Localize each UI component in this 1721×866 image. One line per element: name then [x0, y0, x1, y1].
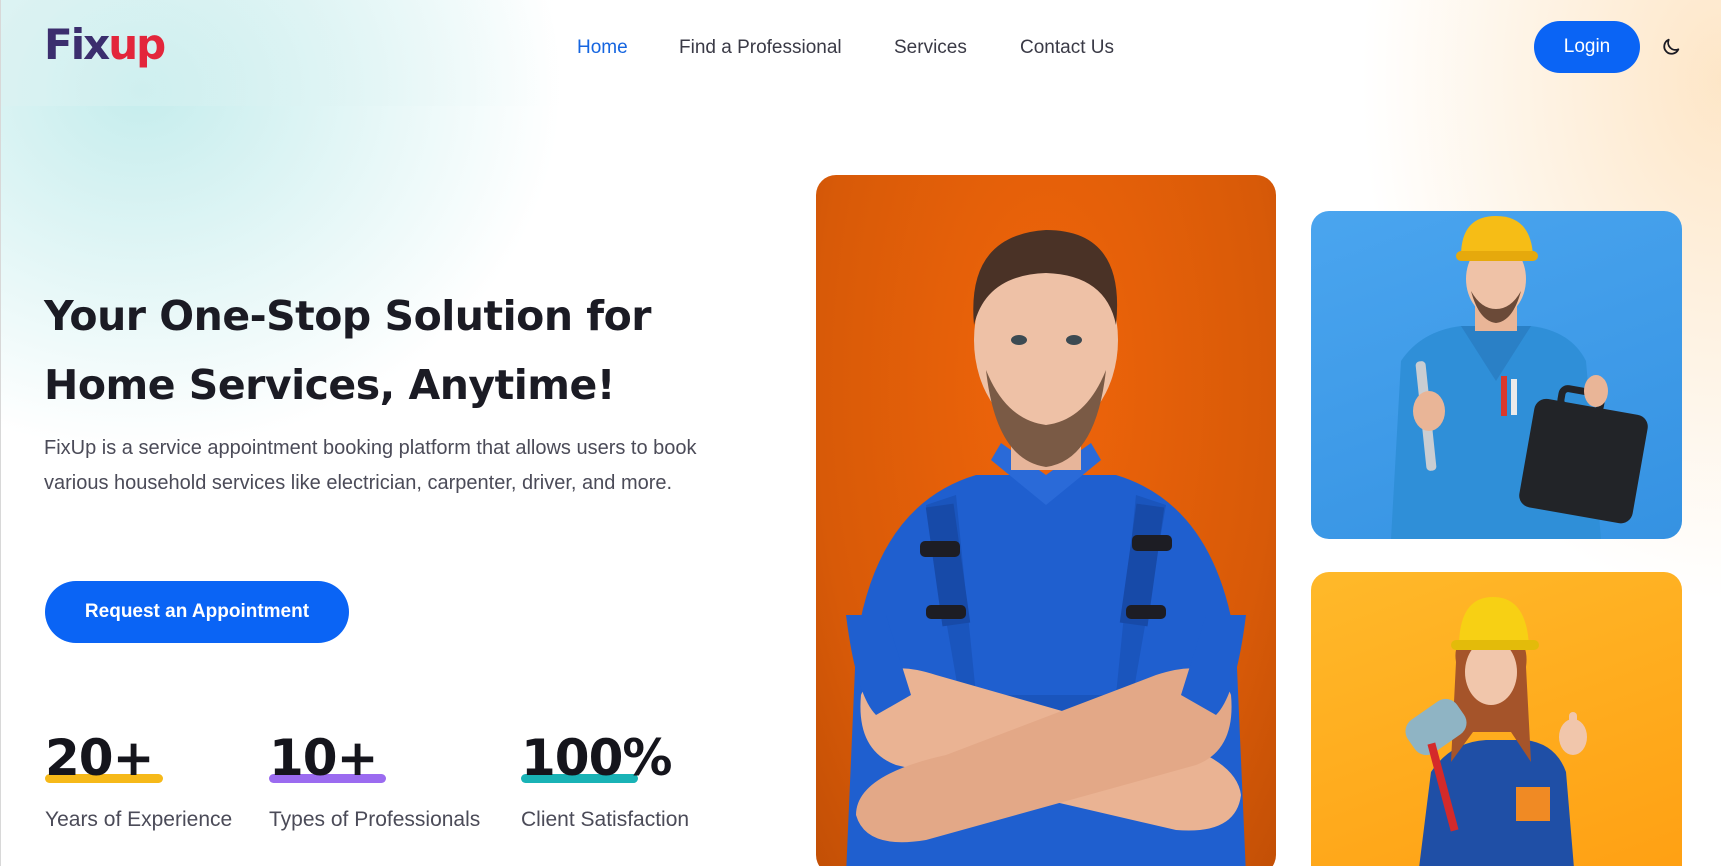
stat-value: 100%	[521, 729, 672, 787]
stat-value: 20+	[45, 729, 154, 787]
stat-label: Types of Professionals	[269, 808, 481, 831]
stat-satisfaction: 100% Client Satisfaction	[521, 728, 689, 831]
worker-with-paint-roller-photo	[1311, 572, 1682, 866]
page: Fixup Home Find a Professional Services …	[0, 0, 1721, 866]
hero-title-line1: Your One-Stop Solution for	[44, 292, 652, 340]
stat-experience: 20+ Years of Experience	[45, 728, 232, 831]
hero-title: Your One-Stop Solution for Home Services…	[44, 282, 744, 420]
theme-toggle[interactable]	[1658, 34, 1684, 60]
login-button[interactable]: Login	[1534, 21, 1640, 73]
nav-home[interactable]: Home	[577, 36, 628, 60]
stat-professionals: 10+ Types of Professionals	[269, 728, 480, 831]
nav-contact-us[interactable]: Contact Us	[1020, 36, 1114, 60]
hero-title-line2: Home Services, Anytime!	[44, 361, 616, 409]
request-appointment-button[interactable]: Request an Appointment	[45, 581, 349, 643]
worker-with-toolbox-photo	[1311, 211, 1682, 539]
nav-services[interactable]: Services	[894, 36, 967, 60]
moon-icon	[1663, 38, 1680, 55]
stat-label: Years of Experience	[45, 808, 233, 831]
hero-description: FixUp is a service appointment booking p…	[44, 437, 697, 494]
stat-value: 10+	[269, 729, 378, 787]
nav-find-professional[interactable]: Find a Professional	[679, 36, 842, 60]
stat-label: Client Satisfaction	[521, 808, 690, 831]
main-nav: Home Find a Professional Services Contac…	[1, 36, 1721, 60]
worker-crossed-arms-photo	[816, 175, 1276, 866]
